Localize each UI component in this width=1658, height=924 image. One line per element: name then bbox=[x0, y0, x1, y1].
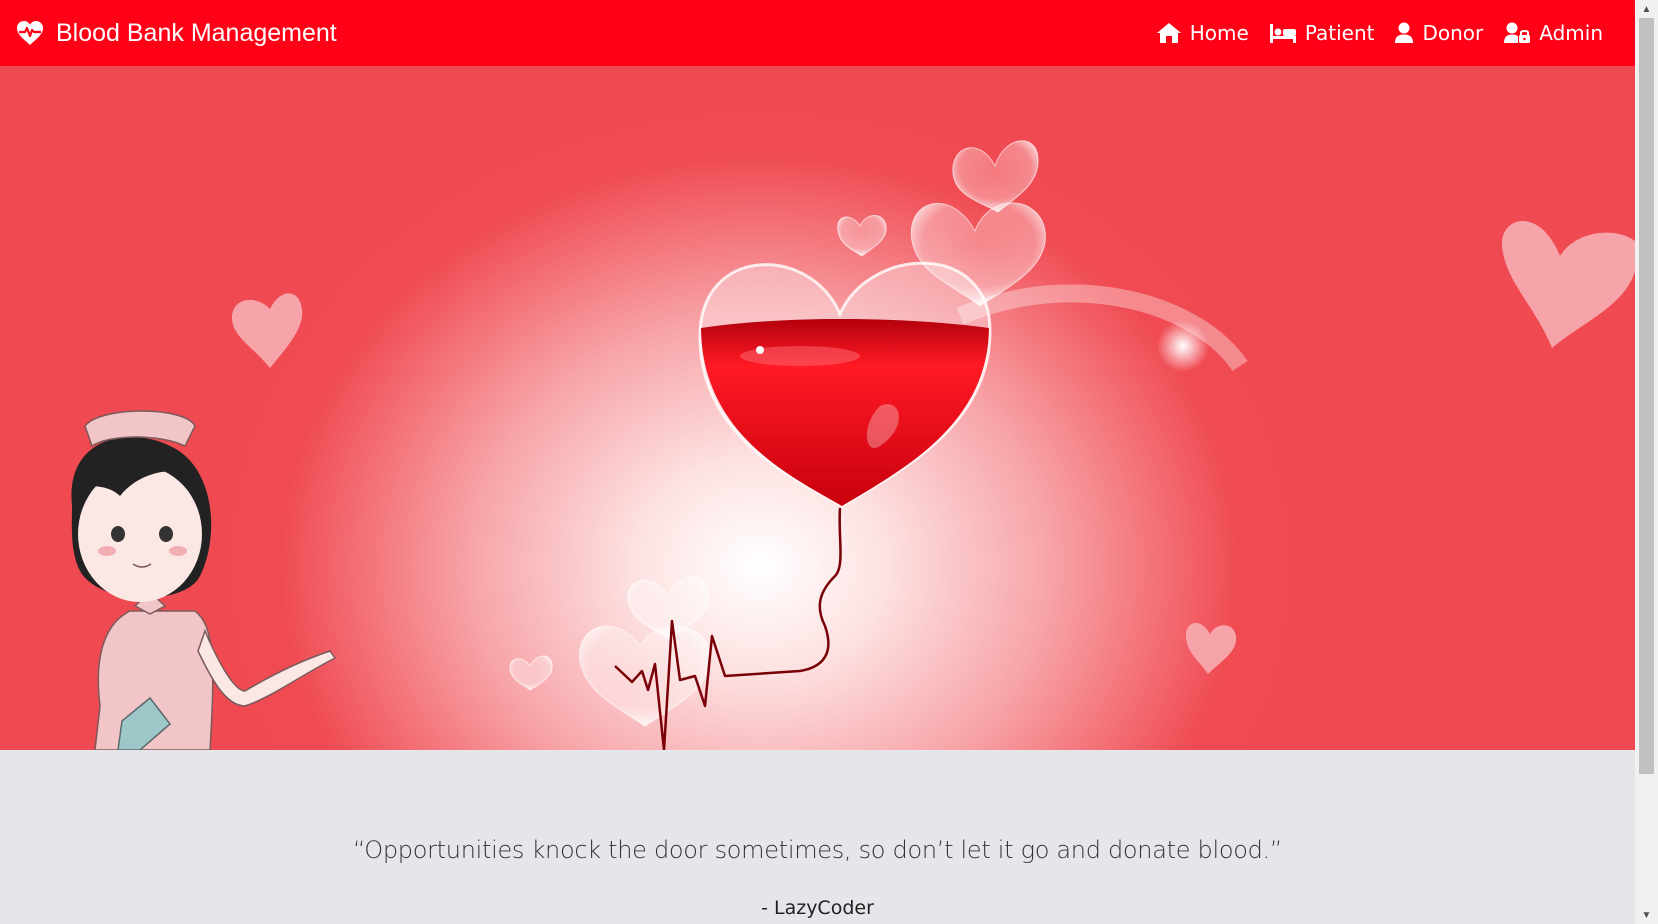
nav-donor-label: Donor bbox=[1422, 21, 1484, 45]
heart-decoration bbox=[1501, 221, 1635, 348]
home-icon bbox=[1156, 22, 1182, 44]
scrollbar-thumb[interactable] bbox=[1639, 18, 1654, 774]
scroll-up-arrow-icon[interactable]: ▲ bbox=[1635, 0, 1658, 18]
quote-text: “Opportunities knock the door sometimes,… bbox=[352, 836, 1282, 864]
quote-author: - LazyCoder bbox=[761, 897, 874, 919]
nav-links: Home Patient Donor Admin bbox=[1156, 21, 1603, 45]
nav-admin[interactable]: Admin bbox=[1503, 21, 1603, 45]
vertical-scrollbar[interactable]: ▲ ▼ bbox=[1635, 0, 1658, 924]
nav-patient[interactable]: Patient bbox=[1269, 21, 1375, 45]
scroll-down-arrow-icon[interactable]: ▼ bbox=[1635, 906, 1658, 924]
navbar: Blood Bank Management Home Patient Donor… bbox=[0, 0, 1635, 66]
nav-patient-label: Patient bbox=[1304, 21, 1375, 45]
brand-link[interactable]: Blood Bank Management bbox=[16, 19, 337, 48]
quote-section: “Opportunities knock the door sometimes,… bbox=[0, 750, 1635, 924]
heart-decoration bbox=[1185, 622, 1237, 674]
page: Blood Bank Management Home Patient Donor… bbox=[0, 0, 1658, 924]
nurse-illustration bbox=[71, 410, 337, 750]
nav-donor[interactable]: Donor bbox=[1394, 21, 1483, 45]
user-lock-icon bbox=[1503, 22, 1531, 44]
hero-banner bbox=[0, 66, 1635, 750]
hero-illustration bbox=[71, 140, 1635, 750]
nav-home[interactable]: Home bbox=[1156, 21, 1249, 45]
brand-title: Blood Bank Management bbox=[56, 18, 337, 47]
blood-heart bbox=[698, 261, 992, 508]
heartbeat-icon bbox=[16, 20, 44, 46]
nav-admin-label: Admin bbox=[1539, 21, 1603, 45]
bed-icon bbox=[1269, 22, 1297, 44]
user-icon bbox=[1394, 22, 1414, 44]
heart-decoration bbox=[232, 293, 303, 368]
nav-home-label: Home bbox=[1189, 21, 1249, 45]
